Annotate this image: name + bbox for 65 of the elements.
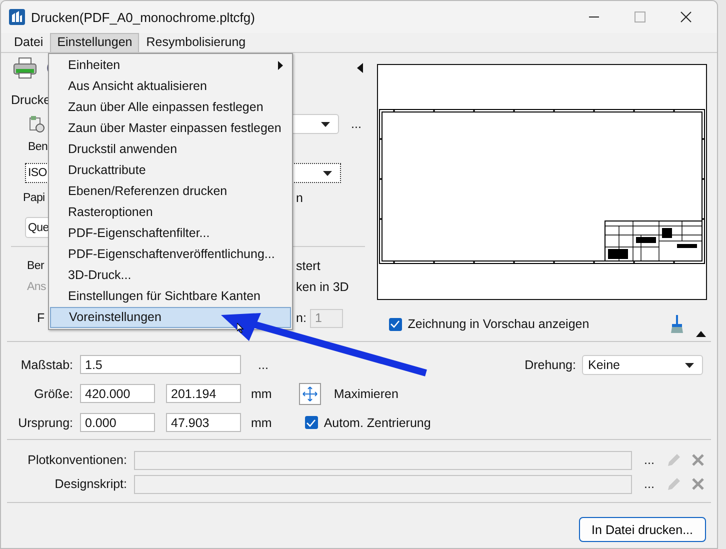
script-field[interactable] [134,474,632,494]
menu-item[interactable]: Aus Ansicht aktualisieren [50,76,291,97]
menu-item[interactable]: Zaun über Alle einpassen festlegen [50,97,291,118]
rotation-dropdown[interactable]: Keine [582,354,703,374]
printer-settings-icon[interactable] [28,115,46,133]
origin-y-field[interactable]: 47.903 [166,413,241,432]
menu-item[interactable]: Druckattribute [50,160,291,181]
more-button[interactable]: ... [644,477,654,491]
field-label: n: [296,311,308,325]
option-label: Ans [27,281,47,293]
menu-item[interactable]: Druckstil anwenden [50,139,291,160]
menu-bar-item[interactable]: Einstellungen [50,33,140,52]
cursor-icon [237,323,245,333]
menu-bar-item[interactable]: Datei [7,33,50,52]
unit-label: mm [251,386,272,400]
close-icon[interactable] [680,11,692,23]
collapse-left-icon[interactable] [356,63,363,73]
field-label: Ursprung: [17,416,73,430]
app-icon [9,9,25,25]
menu-item[interactable]: Einstellungen für Sichtbare Kanten [50,286,291,307]
checkbox[interactable] [388,318,402,330]
brush-icon[interactable] [671,315,683,333]
submenu-arrow-icon [278,61,283,70]
caret-icon [321,122,330,127]
field-label: Plotkonventionen: [26,453,127,467]
field-label: n [296,191,303,205]
more-button[interactable]: ... [258,358,268,372]
checkbox-label: Autom. Zentrierung [324,416,431,430]
menu-bar-item[interactable]: Resymbolisierung [139,33,253,52]
more-button[interactable]: ... [351,117,362,131]
checkbox-label: Zeichnung in Vorschau anzeigen [408,317,590,331]
caret-icon [323,171,332,176]
menu-item[interactable]: Voreinstellungen [50,307,291,328]
maximize-label: Maximieren [334,386,398,400]
option-label: Ber [27,260,46,272]
caret-icon [685,362,694,368]
menu-item[interactable]: 3D-Druck... [50,265,291,286]
maximize-arrows-icon[interactable] [298,382,321,404]
menu-item[interactable]: Zaun über Master einpassen festlegen [50,118,291,139]
field-label: F [37,311,45,325]
menu-item[interactable]: Ebenen/Referenzen drucken [50,181,291,202]
printer-icon[interactable] [13,57,37,79]
field-label: Papi [23,192,46,204]
field-label: Drehung: [524,358,576,372]
menu-item[interactable]: PDF-Eigenschaftenfilter... [50,223,291,244]
width-field[interactable]: 420.000 [80,384,155,403]
field-label: Ben [28,141,48,153]
checkbox[interactable] [304,416,318,429]
option-label: ken in 3D [296,280,349,294]
menu-item[interactable]: Rasteroptionen [50,202,291,223]
print-to-file-button[interactable]: In Datei drucken... [578,517,706,542]
collapse-up-icon[interactable] [696,331,706,337]
menu-item[interactable]: Einheiten [50,55,291,76]
unit-label: mm [251,416,272,430]
field-label: Größe: [33,386,73,400]
more-button[interactable]: ... [644,453,654,467]
option-label: stert [296,259,320,273]
origin-x-field[interactable]: 0.000 [80,413,155,432]
field-label: Maßstab: [20,358,73,372]
height-field[interactable]: 201.194 [166,384,241,403]
field-label: Designskript: [54,477,127,491]
menu-item[interactable]: PDF-Eigenschaftenveröffentlichung... [50,244,291,265]
window-title: Drucken(PDF_A0_monochrome.pltcfg) [31,10,255,24]
script-field[interactable] [134,450,632,470]
scale-field[interactable]: 1.5 [80,355,241,374]
